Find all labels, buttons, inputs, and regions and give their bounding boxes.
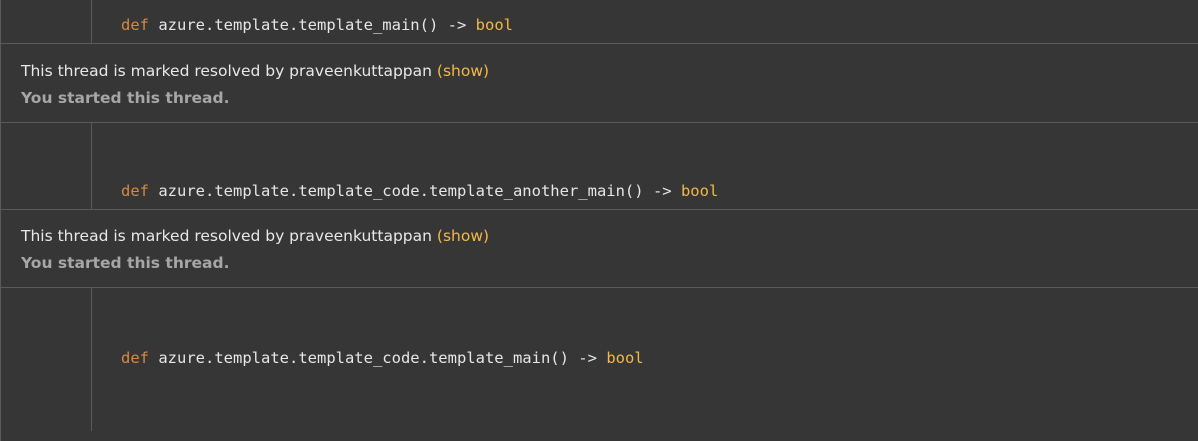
code-arrow: -> bbox=[447, 16, 467, 34]
thread-resolved-text: This thread is marked resolved by pravee… bbox=[21, 227, 432, 245]
code-block: def azure.template.template_main() -> bo… bbox=[0, 0, 1198, 43]
code-function-name: azure.template.template_main() bbox=[158, 16, 439, 34]
code-return-type: bool bbox=[606, 349, 644, 367]
thread-started-text: You started this thread. bbox=[21, 254, 230, 272]
thread-show-link[interactable]: (show) bbox=[437, 227, 489, 245]
code-line: def azure.template.template_code.templat… bbox=[121, 348, 644, 368]
code-arrow: -> bbox=[652, 182, 672, 200]
thread-resolved-line: This thread is marked resolved by pravee… bbox=[21, 61, 489, 81]
gutter-divider bbox=[91, 0, 92, 43]
code-function-name: azure.template.template_code.template_an… bbox=[158, 182, 644, 200]
gutter-divider bbox=[91, 123, 92, 209]
code-function-name: azure.template.template_code.template_ma… bbox=[158, 349, 569, 367]
code-arrow: -> bbox=[578, 349, 597, 367]
code-block: def azure.template.template_code.templat… bbox=[0, 123, 1198, 209]
gutter-divider bbox=[91, 288, 92, 431]
resolved-thread: This thread is marked resolved by pravee… bbox=[0, 43, 1198, 123]
code-keyword: def bbox=[121, 182, 149, 200]
code-keyword: def bbox=[121, 16, 149, 34]
code-return-type: bool bbox=[475, 16, 513, 34]
thread-resolved-text: This thread is marked resolved by pravee… bbox=[21, 62, 432, 80]
code-line: def azure.template.template_main() -> bo… bbox=[121, 15, 513, 35]
code-block: def azure.template.template_code.templat… bbox=[0, 288, 1198, 441]
code-return-type: bool bbox=[680, 182, 719, 200]
resolved-thread: This thread is marked resolved by pravee… bbox=[0, 209, 1198, 288]
thread-resolved-line: This thread is marked resolved by pravee… bbox=[21, 226, 489, 246]
code-line: def azure.template.template_code.templat… bbox=[121, 181, 718, 201]
thread-started-text: You started this thread. bbox=[21, 89, 230, 107]
thread-show-link[interactable]: (show) bbox=[437, 62, 489, 80]
code-keyword: def bbox=[121, 349, 149, 367]
review-thread-view: def azure.template.template_main() -> bo… bbox=[0, 0, 1198, 441]
